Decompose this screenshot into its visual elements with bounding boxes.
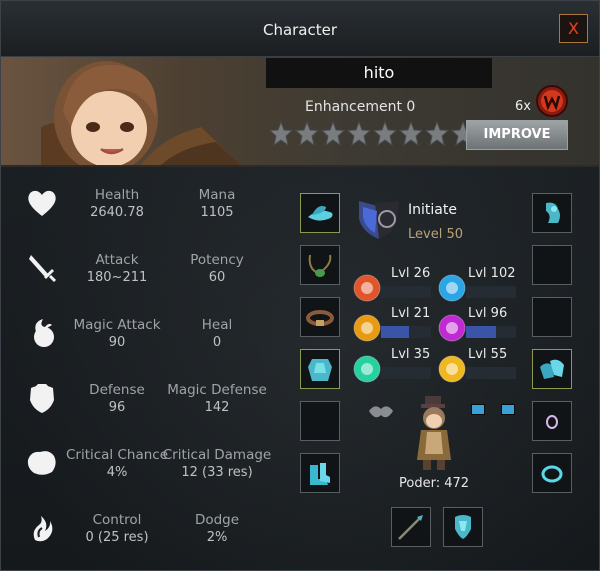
shield-icon — [30, 384, 54, 413]
rank-name: Initiate — [408, 202, 457, 218]
equip-slot-hands[interactable] — [532, 349, 572, 389]
element-progress-bar — [466, 286, 516, 298]
fire-element-icon — [353, 274, 381, 302]
element-progress-bar — [466, 367, 516, 379]
equip-slot-chest[interactable] — [300, 349, 340, 389]
armor-icon — [308, 359, 332, 381]
star-icon — [295, 121, 319, 147]
element-progress-fill — [381, 326, 409, 338]
window-title: Character — [262, 21, 338, 39]
bracelet-icon — [541, 465, 563, 483]
equip-slot-waist[interactable] — [300, 297, 340, 337]
star-icon — [347, 121, 371, 147]
equip-slot-ring[interactable] — [532, 401, 572, 441]
star-icon — [399, 121, 423, 147]
character-name: hito — [266, 58, 492, 88]
title-bar: Character X — [1, 1, 599, 57]
equip-slot-neck[interactable] — [300, 245, 340, 285]
stat-label: Magic Defense — [167, 382, 267, 398]
element-progress-bar — [466, 326, 516, 338]
equip-slot-head[interactable] — [300, 193, 340, 233]
element-level-label: Lvl 26 — [391, 266, 431, 281]
equip-slot-wrist[interactable] — [532, 453, 572, 493]
belt-icon — [306, 310, 334, 326]
currency-count: 6x — [515, 99, 531, 114]
character-banner: hito Enhancement 0 6x IMPROVE — [1, 57, 599, 167]
shoulder-armor-icon — [546, 202, 560, 223]
stat-label: Mana — [198, 187, 236, 203]
boots-icon — [310, 463, 330, 485]
element-level-label: Lvl 55 — [468, 347, 508, 362]
element-progress-fill — [466, 326, 496, 338]
rank-emblem-icon — [359, 201, 399, 239]
power-score: Poder: 472 — [399, 476, 470, 491]
element-progress-bar — [381, 326, 431, 338]
water-element-icon — [438, 274, 466, 302]
control-icon — [33, 516, 53, 542]
enhancement-stars — [269, 121, 475, 147]
equip-slot-empty-right-2[interactable] — [532, 297, 572, 337]
character-window: Character X hito Enhancement 0 6x IMPROV… — [0, 0, 600, 571]
equip-slot-feet[interactable] — [300, 453, 340, 493]
earth-element-icon — [353, 314, 381, 342]
star-icon — [321, 121, 345, 147]
offhand-icon — [455, 515, 471, 539]
hat-icon — [308, 206, 333, 221]
equip-slot-empty-right-1[interactable] — [532, 245, 572, 285]
element-level-label: Lvl 102 — [468, 266, 516, 281]
star-icon — [425, 121, 449, 147]
element-progress-bar — [381, 367, 431, 379]
equip-slot-empty-left[interactable] — [300, 401, 340, 441]
element-level-label: Lvl 96 — [468, 306, 508, 321]
element-progress-bar — [381, 286, 431, 298]
stat-label: Heal — [201, 317, 233, 333]
stat-label: Potency — [190, 252, 244, 268]
improve-button[interactable]: IMPROVE — [466, 120, 568, 150]
close-button[interactable]: X — [559, 14, 588, 43]
equip-slot-weapon[interactable] — [391, 507, 431, 547]
character-portrait — [41, 61, 241, 165]
wind-element-icon — [353, 355, 381, 383]
character-model — [417, 396, 451, 470]
heart-icon — [28, 190, 56, 216]
element-level-label: Lvl 21 — [391, 306, 431, 321]
rank-level: Level 50 — [408, 227, 463, 242]
light-element-icon — [438, 355, 466, 383]
stat-value: 142 — [204, 400, 230, 415]
sword-icon — [29, 255, 57, 283]
buff-indicator-1 — [471, 404, 485, 415]
stat-label: Dodge — [194, 512, 240, 528]
enhancement-token-icon — [536, 85, 568, 117]
pet-icon — [369, 406, 393, 418]
stat-value: 1105 — [200, 205, 234, 220]
equip-slot-offhand[interactable] — [443, 507, 483, 547]
stat-value: 0 — [212, 335, 222, 350]
equip-slot-shoulder[interactable] — [532, 193, 572, 233]
star-icon — [269, 121, 293, 147]
critical-icon — [27, 451, 56, 475]
stat-value: 2% — [206, 530, 228, 545]
buff-indicator-2 — [501, 404, 515, 415]
weapon-icon — [398, 515, 423, 540]
necklace-icon — [308, 254, 332, 277]
stat-label: Critical Damage — [162, 447, 272, 463]
enhancement-label: Enhancement 0 — [305, 99, 416, 115]
fireball-icon — [34, 319, 54, 347]
element-level-label: Lvl 35 — [391, 347, 431, 362]
gloves-icon — [540, 359, 564, 379]
ring-icon — [546, 415, 558, 429]
arcane-element-icon — [438, 314, 466, 342]
stat-value: 60 — [208, 270, 226, 285]
star-icon — [373, 121, 397, 147]
stat-value: 12 (33 res) — [181, 465, 253, 480]
